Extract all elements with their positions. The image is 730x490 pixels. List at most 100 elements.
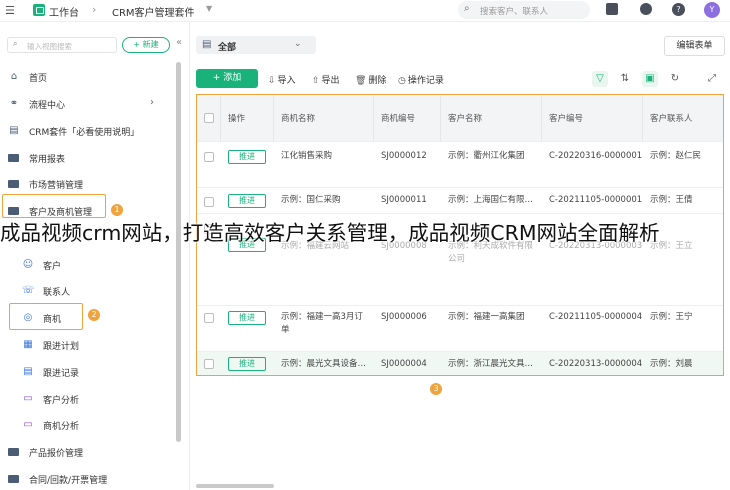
table-row[interactable]: 推进 示例：国仁采购 SJ0000011 示例：上海国仁有限… C-202111… xyxy=(197,187,723,213)
breadcrumb-app[interactable]: CRM客户管理套件 xyxy=(112,4,195,19)
sidebar-item-guide[interactable]: ▤ CRM套件「必看使用说明」 xyxy=(0,120,180,142)
sidebar-item-customer[interactable]: ☺ 客户 xyxy=(0,254,180,276)
view-selector[interactable]: ▤ 全部 ⌄ xyxy=(196,36,316,54)
avatar[interactable]: Y xyxy=(704,2,720,18)
delete-button[interactable]: 🗑 删除 xyxy=(355,73,386,86)
sidebar-item-label: 常用报表 xyxy=(29,155,66,165)
highlight-box xyxy=(2,194,106,218)
export-icon: ⇧ xyxy=(312,76,320,86)
opportunity-name-cell[interactable]: 示例：福建一高3月订单 xyxy=(281,311,369,337)
customer-id-cell: C-20211105-0000004 xyxy=(549,312,643,322)
opportunity-id-cell: SJ0000011 xyxy=(381,195,427,205)
column-header: 客户编号 xyxy=(542,95,643,141)
sort-icon[interactable]: ⇅ xyxy=(617,71,633,87)
export-label: 导出 xyxy=(321,76,340,86)
help-icon[interactable]: ? xyxy=(672,3,685,16)
column-header: 商机编号 xyxy=(374,95,441,141)
follow-button[interactable]: 推进 xyxy=(228,357,266,371)
filter-icon[interactable]: ▽ xyxy=(592,71,608,87)
contact-cell[interactable]: 示例：赵仁民 xyxy=(650,150,701,163)
notification-icon[interactable] xyxy=(640,3,652,15)
row-checkbox[interactable] xyxy=(204,152,214,162)
sidebar-item-label: 产品报价管理 xyxy=(29,449,84,459)
sidebar-item-label: 商机分析 xyxy=(43,422,80,432)
opportunity-name-cell[interactable]: 江化销售采购 xyxy=(281,150,369,163)
header-checkbox-cell xyxy=(197,95,221,141)
breadcrumb-workspace[interactable]: 工作台 xyxy=(49,4,79,19)
customer-name-cell[interactable]: 示例：福建一高集团 xyxy=(448,311,525,324)
opportunity-name-cell[interactable]: 示例：晨光文具设备… xyxy=(281,358,366,371)
refresh-icon[interactable]: ↻ xyxy=(667,71,683,87)
group-icon[interactable]: ▣ xyxy=(642,71,658,87)
sidebar-item-quote[interactable]: 产品报价管理 xyxy=(0,441,180,463)
flow-icon: ⚭ xyxy=(9,98,19,109)
export-button[interactable]: ⇧ 导出 xyxy=(312,73,340,86)
global-search-input[interactable]: ⌕ 搜索客户、联系人 xyxy=(458,1,590,19)
sidebar-item-label: 跟进记录 xyxy=(43,369,80,379)
menu-icon[interactable]: ☰ xyxy=(5,4,15,17)
chart-icon: ▭ xyxy=(23,393,33,404)
folder-icon xyxy=(8,154,19,162)
table-row[interactable]: 推进 示例：福建一高3月订单 SJ0000006 示例：福建一高集团 C-202… xyxy=(197,305,723,351)
sidebar-item-customer-analysis[interactable]: ▭ 客户分析 xyxy=(0,388,180,410)
add-button[interactable]: + 添加 xyxy=(196,69,258,88)
sidebar-item-label: 合同/回款/开票管理 xyxy=(29,476,108,486)
column-header-label: 客户名称 xyxy=(448,114,483,124)
table-row[interactable]: 推进 江化销售采购 SJ0000012 示例：衢州江化集团 C-20220316… xyxy=(197,141,723,187)
sidebar-item-home[interactable]: ⌂ 首页 xyxy=(0,66,180,88)
follow-button[interactable]: 推进 xyxy=(228,311,266,325)
row-checkbox[interactable] xyxy=(204,313,214,323)
chevron-down-icon[interactable]: ▼ xyxy=(206,4,212,13)
sidebar-item-opportunity-analysis[interactable]: ▭ 商机分析 xyxy=(0,414,180,436)
customer-name-cell[interactable]: 示例：浙江晨光文具… xyxy=(448,358,533,371)
new-view-button[interactable]: + 新建 xyxy=(122,37,170,53)
column-header-label: 客户联系人 xyxy=(650,114,693,124)
customer-id-cell: C-20211105-0000001 xyxy=(549,195,643,205)
home-icon: ⌂ xyxy=(10,71,18,82)
sidebar-search-input[interactable]: ⌕ 输入视图搜索 xyxy=(7,37,117,53)
follow-button[interactable]: 推进 xyxy=(228,150,266,164)
opportunity-id-cell: SJ0000006 xyxy=(381,312,427,322)
plan-icon: ▦ xyxy=(23,339,33,350)
customer-name-cell[interactable]: 示例：衢州江化集团 xyxy=(448,150,540,163)
step-badge: 2 xyxy=(88,309,100,321)
table-row[interactable]: 推进 示例：晨光文具设备… SJ0000004 示例：浙江晨光文具… C-202… xyxy=(197,351,723,375)
sidebar-scrollbar[interactable] xyxy=(176,62,181,442)
overlay-caption: 成品视频crm网站，打造高效客户关系管理，成品视频CRM网站全面解析 xyxy=(0,221,660,245)
import-icon: ⇩ xyxy=(268,76,276,86)
record-icon: ▤ xyxy=(23,366,33,377)
row-checkbox[interactable] xyxy=(204,359,214,369)
folder-icon xyxy=(8,475,19,483)
folder-icon xyxy=(8,180,19,188)
sidebar-item-label: CRM套件「必看使用说明」 xyxy=(29,128,140,138)
top-bar: ☰ 工作台 › CRM客户管理套件 ▼ ⌕ 搜索客户、联系人 ? Y xyxy=(0,0,730,22)
sidebar-item-marketing[interactable]: 市场营销管理 xyxy=(0,173,180,195)
opportunity-id-cell: SJ0000004 xyxy=(381,359,427,369)
customer-name-cell[interactable]: 示例：上海国仁有限… xyxy=(448,194,533,207)
sidebar-item-contact[interactable]: ☏ 联系人 xyxy=(0,280,180,302)
edit-form-button[interactable]: 编辑表单 xyxy=(664,36,725,56)
operation-log-button[interactable]: ◷ 操作记录 xyxy=(398,73,444,86)
follow-button[interactable]: 推进 xyxy=(228,194,266,208)
sidebar-item-contract[interactable]: 合同/回款/开票管理 xyxy=(0,468,180,490)
select-all-checkbox[interactable] xyxy=(204,113,214,123)
opportunity-name-cell[interactable]: 示例：国仁采购 xyxy=(281,194,341,207)
contact-cell[interactable]: 示例：王宁 xyxy=(650,311,693,324)
chevron-down-icon: ⌄ xyxy=(294,39,302,49)
sidebar-item-flow[interactable]: ⚭ 流程中心 › xyxy=(0,93,180,115)
collapse-icon[interactable]: « xyxy=(176,37,182,48)
sidebar-item-reports[interactable]: 常用报表 xyxy=(0,147,180,169)
step-badge: 1 xyxy=(111,204,123,216)
contact-cell[interactable]: 示例：王倩 xyxy=(650,194,693,207)
row-checkbox[interactable] xyxy=(204,197,214,207)
column-header: 客户名称 xyxy=(441,95,542,141)
horizontal-scrollbar[interactable] xyxy=(196,484,274,488)
sidebar-item-follow-plan[interactable]: ▦ 跟进计划 xyxy=(0,334,180,356)
sidebar-item-follow-record[interactable]: ▤ 跟进记录 xyxy=(0,361,180,383)
import-button[interactable]: ⇩ 导入 xyxy=(268,73,296,86)
contact-cell[interactable]: 示例：刘晨 xyxy=(650,358,693,371)
column-header-label: 商机编号 xyxy=(381,114,416,124)
notebook-icon[interactable] xyxy=(606,3,618,15)
column-header: 商机名称 xyxy=(274,95,374,141)
fullscreen-icon[interactable]: ⤢ xyxy=(704,71,720,87)
